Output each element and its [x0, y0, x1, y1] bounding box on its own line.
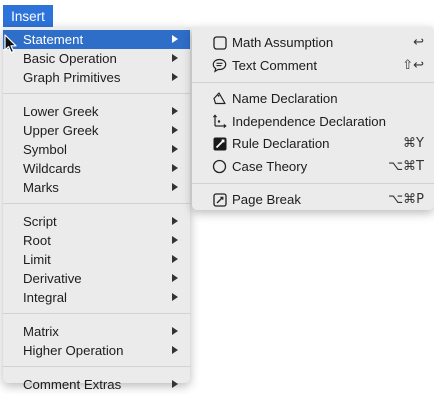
- menu-item-basic-operation[interactable]: Basic Operation: [3, 49, 190, 68]
- submenu-arrow-icon: [172, 274, 178, 282]
- keyboard-shortcut: ↩: [413, 35, 424, 50]
- menu-item-wildcards[interactable]: Wildcards: [3, 159, 190, 178]
- submenu-item-case-theory[interactable]: Case Theory ⌥⌘T: [192, 157, 434, 177]
- menu-item-label: Marks: [23, 180, 59, 195]
- menu-item-label: Integral: [23, 290, 67, 305]
- keyboard-shortcut: ⇧↩: [402, 57, 424, 73]
- submenu-item-label: Independence Declaration: [232, 113, 386, 129]
- menu-item-upper-greek[interactable]: Upper Greek: [3, 121, 190, 140]
- submenu-arrow-icon: [172, 183, 178, 191]
- menu-item-higher-operation[interactable]: Higher Operation: [3, 341, 190, 360]
- submenu-item-label: Rule Declaration: [232, 136, 330, 151]
- menu-item-label: Root: [23, 233, 51, 248]
- menu-item-label: Lower Greek: [23, 104, 99, 119]
- submenu-arrow-icon: [172, 293, 178, 301]
- submenu-item-page-break[interactable]: Page Break ⌥⌘P: [192, 190, 434, 210]
- menu-separator: [192, 82, 434, 83]
- submenu-arrow-icon: [172, 346, 178, 354]
- submenu-item-text-comment[interactable]: Text Comment ⇧↩: [192, 56, 434, 76]
- menu-item-limit[interactable]: Limit: [3, 250, 190, 269]
- menu-item-label: Upper Greek: [23, 123, 99, 138]
- menu-item-label: Wildcards: [23, 161, 81, 176]
- menu-item-integral[interactable]: Integral: [3, 288, 190, 307]
- axes-icon: [212, 113, 227, 129]
- submenu-arrow-icon: [172, 236, 178, 244]
- menu-item-label: Higher Operation: [23, 343, 124, 358]
- menu-separator: [3, 313, 190, 314]
- mouse-pointer-icon: [4, 34, 17, 54]
- submenu-arrow-icon: [172, 73, 178, 81]
- submenu-item-label: Name Declaration: [232, 91, 338, 106]
- submenu-arrow-icon: [172, 380, 178, 388]
- insert-menu-title[interactable]: Insert: [3, 5, 53, 27]
- keyboard-shortcut: ⌘Y: [403, 136, 424, 151]
- menu-item-root[interactable]: Root: [3, 231, 190, 250]
- submenu-arrow-icon: [172, 145, 178, 153]
- statement-submenu: Math Assumption ↩ Text Comment ⇧↩ Name Decla…: [192, 27, 434, 210]
- menu-item-marks[interactable]: Marks: [3, 178, 190, 197]
- submenu-item-label: Page Break: [232, 192, 301, 207]
- menu-item-script[interactable]: Script: [3, 212, 190, 231]
- square-outline-icon: [212, 35, 227, 50]
- submenu-item-name-declaration[interactable]: Name Declaration: [192, 89, 434, 109]
- submenu-arrow-icon: [172, 126, 178, 134]
- menu-item-symbol[interactable]: Symbol: [3, 140, 190, 159]
- menu-item-label: Limit: [23, 252, 51, 267]
- menu-item-label: Script: [23, 214, 57, 229]
- menu-item-statement[interactable]: Statement: [3, 30, 190, 49]
- menu-item-label: Basic Operation: [23, 51, 117, 66]
- menu-item-label: Matrix: [23, 324, 59, 339]
- menu-item-label: Derivative: [23, 271, 82, 286]
- menu-separator: [3, 203, 190, 204]
- menu-item-matrix[interactable]: Matrix: [3, 322, 190, 341]
- menu-item-graph-primitives[interactable]: Graph Primitives: [3, 68, 190, 87]
- menu-item-label: Comment Extras: [23, 377, 122, 392]
- submenu-item-rule-declaration[interactable]: Rule Declaration ⌘Y: [192, 134, 434, 154]
- submenu-arrow-icon: [172, 164, 178, 172]
- ruler-square-icon: [212, 136, 227, 151]
- menu-item-lower-greek[interactable]: Lower Greek: [3, 102, 190, 121]
- submenu-arrow-icon: [172, 35, 178, 43]
- page-break-icon: [212, 192, 227, 207]
- submenu-item-label: Math Assumption: [232, 35, 334, 50]
- insert-menu: Statement Basic Operation Graph Primitives…: [3, 27, 190, 392]
- submenu-arrow-icon: [172, 327, 178, 335]
- submenu-arrow-icon: [172, 107, 178, 115]
- circle-outline-icon: [212, 159, 227, 174]
- keyboard-shortcut: ⌥⌘T: [388, 158, 424, 174]
- keyboard-shortcut: ⌥⌘P: [388, 192, 424, 207]
- submenu-arrow-icon: [172, 54, 178, 62]
- submenu-item-independence-declaration[interactable]: Independence Declaration: [192, 112, 434, 132]
- submenu-arrow-icon: [172, 255, 178, 263]
- menu-separator: [192, 183, 434, 184]
- speech-bubble-icon: [212, 58, 227, 73]
- menu-item-derivative[interactable]: Derivative: [3, 269, 190, 288]
- menu-item-label: Symbol: [23, 142, 67, 157]
- menu-item-label: Statement: [23, 32, 84, 47]
- menu-item-comment-extras[interactable]: Comment Extras: [3, 375, 190, 394]
- submenu-item-label: Text Comment: [232, 57, 318, 73]
- submenu-arrow-icon: [172, 217, 178, 225]
- menu-separator: [3, 93, 190, 94]
- submenu-item-label: Case Theory: [232, 158, 308, 174]
- menu-item-label: Graph Primitives: [23, 70, 121, 85]
- menu-separator: [3, 366, 190, 367]
- delta-tag-icon: [212, 91, 227, 106]
- submenu-item-math-assumption[interactable]: Math Assumption ↩: [192, 33, 434, 53]
